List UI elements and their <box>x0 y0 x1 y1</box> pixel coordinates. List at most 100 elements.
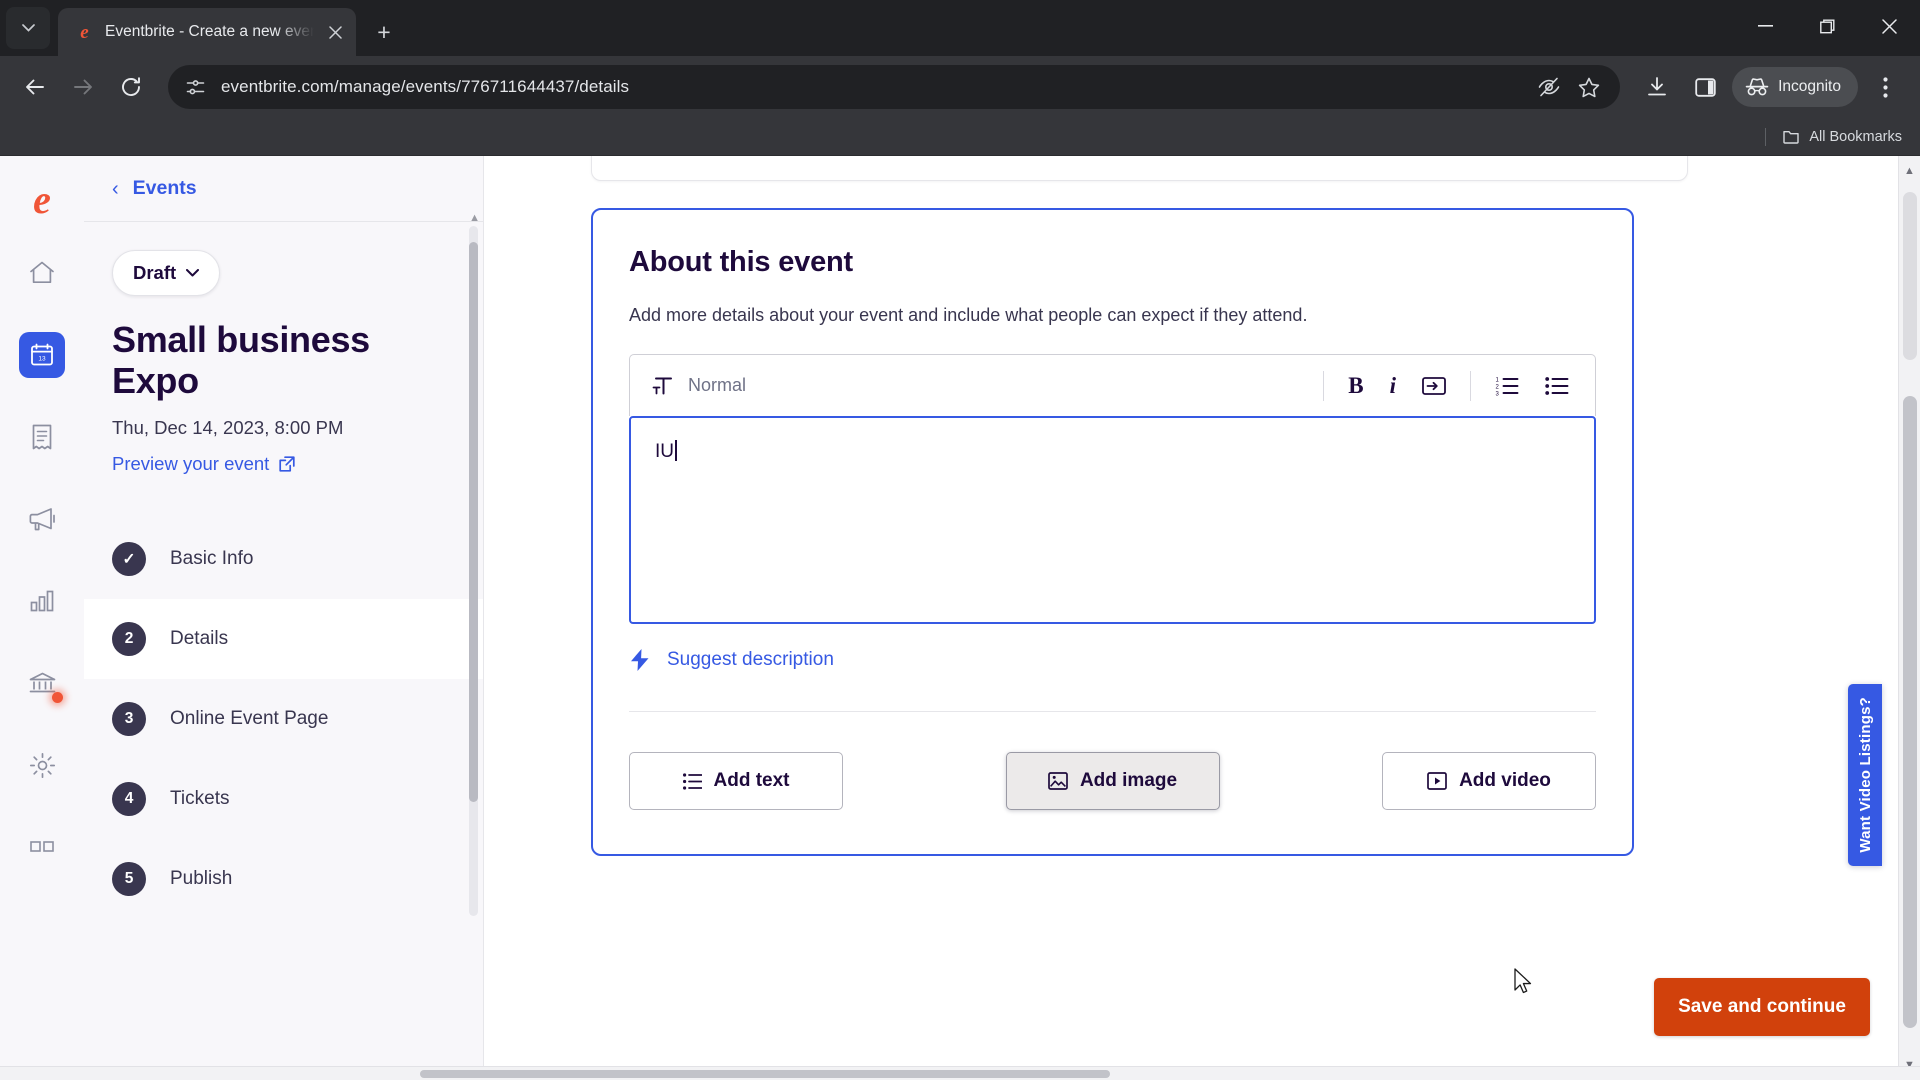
ordered-list-button[interactable]: 1 2 3 <box>1495 376 1519 396</box>
page-scrollbar-upper-track[interactable] <box>1903 192 1917 360</box>
divider <box>1765 127 1767 146</box>
browser-tab[interactable]: e Eventbrite - Create a new event <box>58 8 356 56</box>
chevron-left-icon: ‹ <box>112 177 119 200</box>
bullet-list-button[interactable] <box>1545 376 1569 396</box>
card-title: About this event <box>629 246 853 278</box>
text-format-dropdown[interactable]: Normal <box>652 375 746 396</box>
description-editor: Normal B i 1 2 3 IU <box>629 354 1596 624</box>
close-window-button[interactable] <box>1858 0 1920 52</box>
rail-item-marketing[interactable] <box>19 496 65 542</box>
sidebar-scrollbar-thumb[interactable] <box>469 242 478 802</box>
preview-event-link[interactable]: Preview your event <box>112 453 295 475</box>
external-link-icon <box>279 456 295 472</box>
lightning-bolt-icon <box>631 649 649 671</box>
forward-button[interactable] <box>62 66 104 108</box>
sidebar-item-basic-info[interactable]: ✓ Basic Info <box>84 519 483 599</box>
reload-button[interactable] <box>110 66 152 108</box>
add-content-buttons: Add text Add image Add video <box>629 752 1596 810</box>
add-text-button[interactable]: Add text <box>629 752 843 810</box>
step-label: Publish <box>170 868 233 890</box>
horizontal-scrollbar-thumb[interactable] <box>420 1070 1110 1078</box>
sidebar-item-details[interactable]: 2 Details <box>84 599 483 680</box>
rail-item-orders[interactable] <box>19 414 65 460</box>
forward-arrow-icon <box>74 79 92 95</box>
tab-search-button[interactable] <box>6 7 50 49</box>
step-badge: 4 <box>112 782 146 817</box>
folder-icon <box>1783 130 1800 144</box>
card-subtitle: Add more details about your event and in… <box>629 305 1308 325</box>
chevron-down-icon <box>21 24 35 32</box>
description-input[interactable]: IU <box>629 416 1596 624</box>
eventbrite-e-icon: e <box>80 21 89 43</box>
side-panel-button[interactable] <box>1684 66 1726 108</box>
add-image-button[interactable]: Add image <box>1005 752 1220 810</box>
address-bar[interactable]: eventbrite.com/manage/events/77671164443… <box>168 65 1621 109</box>
preview-label: Preview your event <box>112 453 270 475</box>
rail-item-events[interactable]: 13 <box>19 332 65 378</box>
sidebar-item-publish[interactable]: 5 Publish <box>84 839 483 919</box>
incognito-label: Incognito <box>1778 78 1841 95</box>
page-scrollbar[interactable]: ▲ ▼ <box>1898 156 1920 1080</box>
notification-badge-dot <box>52 692 63 703</box>
horizontal-scrollbar[interactable] <box>0 1066 1920 1080</box>
rail-item-settings[interactable] <box>19 742 65 788</box>
rail-item-home[interactable] <box>19 250 65 296</box>
site-settings-icon[interactable] <box>186 78 205 97</box>
want-video-listings-tab[interactable]: Want Video Listings? <box>1848 684 1882 866</box>
sidebar-item-online-event-page[interactable]: 3 Online Event Page <box>84 679 483 759</box>
step-badge: 3 <box>112 702 146 737</box>
new-tab-button[interactable]: + <box>366 14 402 50</box>
back-to-events-label: Events <box>132 177 197 199</box>
app-icon-rail: e 13 <box>0 156 84 1080</box>
minimize-button[interactable] <box>1734 0 1796 52</box>
svg-text:1: 1 <box>1496 377 1500 383</box>
sidebar-back-nav[interactable]: ‹ Events <box>84 156 483 222</box>
add-video-button[interactable]: Add video <box>1382 752 1596 810</box>
back-button[interactable] <box>14 66 56 108</box>
scroll-up-arrow-icon[interactable]: ▲ <box>1899 165 1920 177</box>
italic-button[interactable]: i <box>1390 373 1396 399</box>
status-label: Draft <box>133 262 177 283</box>
page-scrollbar-thumb[interactable] <box>1903 396 1917 1028</box>
text-format-icon <box>652 377 672 395</box>
sidebar-item-tickets[interactable]: 4 Tickets <box>84 759 483 839</box>
bold-button[interactable]: B <box>1348 373 1363 399</box>
megaphone-icon <box>29 508 55 531</box>
suggest-label: Suggest description <box>667 649 834 670</box>
text-lines-icon <box>682 772 702 790</box>
tab-strip: e Eventbrite - Create a new event + <box>0 0 1920 56</box>
side-panel-icon <box>1694 77 1716 97</box>
rail-item-finance[interactable] <box>19 660 65 706</box>
link-button[interactable] <box>1422 376 1446 395</box>
ordered-list-icon: 1 2 3 <box>1496 377 1519 396</box>
page-title: Small business Expo <box>112 319 370 401</box>
tracking-protection-icon[interactable] <box>1538 76 1560 98</box>
event-status-dropdown[interactable]: Draft <box>112 250 221 296</box>
back-arrow-icon <box>26 79 44 95</box>
url-text: eventbrite.com/manage/events/77671164443… <box>221 77 630 96</box>
scroll-up-arrow-icon[interactable]: ▲ <box>469 212 480 224</box>
incognito-icon <box>1745 78 1769 96</box>
omnibox-icons <box>1538 76 1604 98</box>
maximize-button[interactable] <box>1796 0 1858 52</box>
bookmarks-bar: All Bookmarks <box>0 118 1920 156</box>
add-video-label: Add video <box>1459 770 1551 791</box>
rail-item-apps[interactable] <box>19 824 65 870</box>
all-bookmarks-label[interactable]: All Bookmarks <box>1809 129 1902 145</box>
step-badge: 5 <box>112 862 146 897</box>
rail-item-reports[interactable] <box>19 578 65 624</box>
close-icon[interactable] <box>324 21 346 43</box>
eventbrite-logo[interactable]: e <box>20 178 64 222</box>
video-tab-label: Want Video Listings? <box>1856 697 1874 853</box>
download-icon <box>1648 77 1666 96</box>
bookmark-star-icon[interactable] <box>1578 77 1600 98</box>
three-dot-menu-icon <box>1882 76 1888 98</box>
step-label: Online Event Page <box>170 708 329 730</box>
incognito-indicator[interactable]: Incognito <box>1732 67 1858 107</box>
inline-format-group: B i <box>1348 373 1446 399</box>
suggest-description-link[interactable]: Suggest description <box>629 648 834 672</box>
svg-text:2: 2 <box>1496 384 1500 390</box>
downloads-button[interactable] <box>1636 66 1678 108</box>
chrome-menu-button[interactable] <box>1864 66 1906 108</box>
save-and-continue-button[interactable]: Save and continue <box>1654 978 1870 1036</box>
